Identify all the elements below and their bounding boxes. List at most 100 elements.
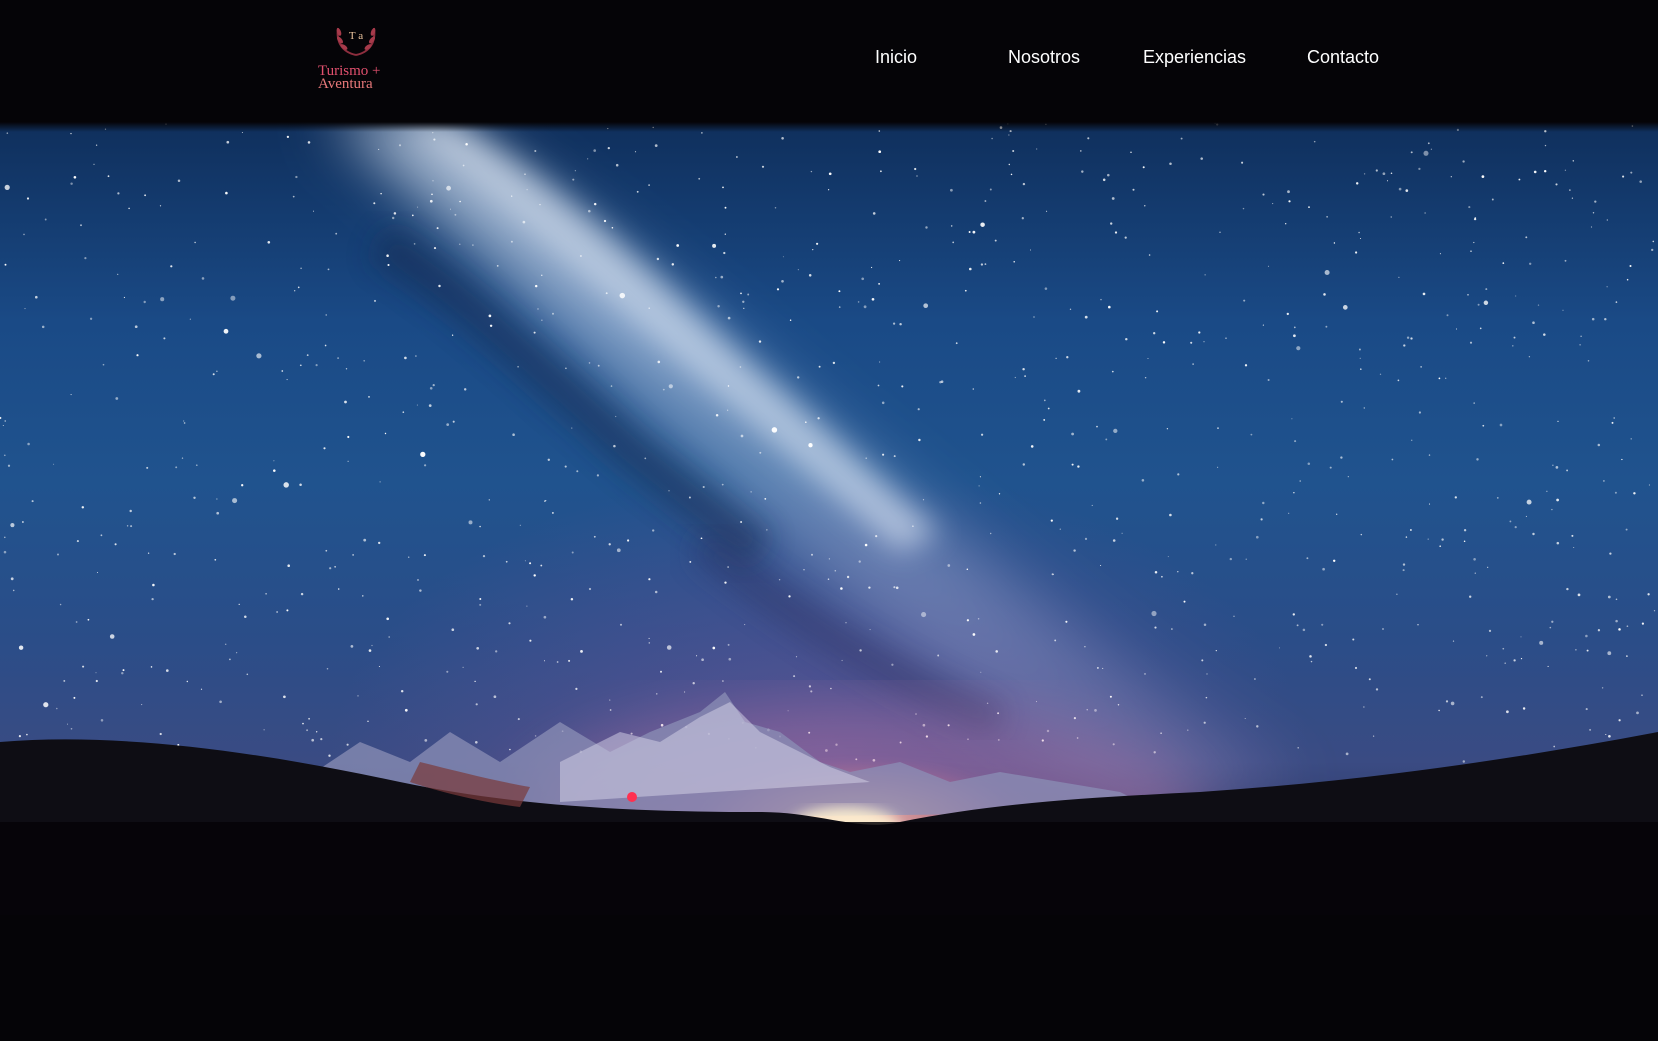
star (143, 300, 146, 304)
nav-link-nosotros[interactable]: Nosotros (1008, 42, 1080, 72)
star (183, 422, 186, 424)
star (1546, 490, 1548, 492)
star (845, 622, 847, 624)
star (922, 499, 925, 501)
star (781, 137, 784, 140)
star (1021, 217, 1024, 220)
star (479, 598, 482, 600)
star (575, 687, 578, 691)
star (1572, 160, 1575, 162)
star (574, 170, 576, 172)
star (337, 357, 340, 360)
star (1473, 402, 1475, 404)
star (576, 470, 579, 473)
star (263, 729, 265, 731)
star (1363, 173, 1366, 175)
star (857, 301, 860, 303)
star (1518, 178, 1521, 181)
star (727, 409, 729, 411)
star (1648, 484, 1650, 486)
star (1108, 305, 1111, 309)
star (1363, 706, 1365, 708)
star (373, 202, 376, 205)
star (1293, 492, 1295, 494)
star (1325, 325, 1328, 328)
star (1241, 161, 1244, 164)
star (95, 679, 98, 683)
star (668, 384, 673, 389)
star (1473, 241, 1475, 244)
star (1390, 216, 1392, 218)
star (1382, 172, 1386, 176)
nav-link-contacto[interactable]: Contacto (1307, 42, 1379, 72)
star (1462, 760, 1466, 763)
star (1130, 151, 1132, 154)
star (615, 415, 617, 418)
star (1562, 309, 1564, 311)
star (1029, 249, 1032, 251)
star (80, 224, 82, 227)
star (1375, 688, 1379, 691)
star (1438, 377, 1441, 380)
star (568, 659, 571, 662)
star (1161, 575, 1163, 578)
star (619, 292, 626, 299)
star (696, 655, 698, 657)
star (267, 240, 271, 244)
star (698, 177, 701, 180)
star (1496, 497, 1499, 499)
star (219, 700, 222, 704)
star (509, 748, 511, 751)
star (722, 186, 724, 189)
star (644, 457, 647, 460)
star (580, 650, 583, 653)
logo-monogram: T a (349, 30, 363, 42)
star (256, 353, 262, 359)
star (912, 525, 914, 528)
star (1272, 203, 1274, 205)
star (446, 185, 451, 191)
star (526, 605, 528, 607)
star (1046, 210, 1048, 212)
star (1473, 558, 1476, 561)
star (1169, 162, 1172, 166)
star (1191, 572, 1194, 575)
star (1515, 295, 1517, 297)
star (200, 688, 203, 690)
star (1302, 628, 1306, 632)
star (379, 481, 381, 483)
star (1358, 231, 1360, 234)
star (276, 611, 278, 613)
star (114, 543, 117, 546)
star (1141, 479, 1145, 482)
star (540, 564, 543, 567)
star (811, 553, 813, 556)
star (1084, 646, 1086, 648)
star (299, 483, 302, 487)
star (968, 231, 971, 233)
star (1294, 440, 1297, 443)
star (1402, 563, 1406, 566)
nav-link-experiencias[interactable]: Experiencias (1143, 42, 1246, 72)
star (398, 144, 402, 147)
star (1071, 432, 1074, 436)
star (1204, 274, 1206, 276)
nav-link-inicio[interactable]: Inicio (875, 42, 917, 72)
star (495, 650, 498, 653)
star (378, 148, 380, 150)
star (668, 490, 670, 492)
star (743, 307, 745, 309)
star (937, 654, 940, 657)
star (1621, 458, 1623, 461)
star (551, 511, 554, 514)
star (1418, 167, 1421, 171)
star (66, 723, 69, 725)
star (1044, 287, 1048, 290)
star (82, 665, 85, 668)
star (587, 158, 589, 160)
star (1615, 619, 1618, 623)
star (838, 306, 841, 308)
star (840, 587, 843, 590)
star (95, 672, 97, 674)
star (1156, 310, 1159, 313)
